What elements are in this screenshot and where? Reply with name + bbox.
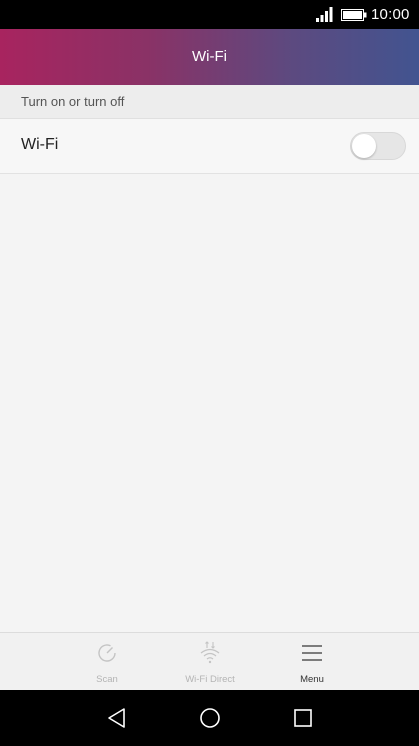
wifi-direct-label: Wi-Fi Direct bbox=[185, 674, 235, 685]
wifi-direct-button[interactable]: Wi-Fi Direct bbox=[170, 633, 250, 691]
menu-icon bbox=[302, 645, 322, 661]
home-icon[interactable] bbox=[198, 706, 222, 730]
status-bar: 10:00 bbox=[0, 0, 419, 29]
page-title: Wi-Fi bbox=[192, 48, 227, 65]
wifi-toggle-switch[interactable] bbox=[350, 132, 406, 160]
navigation-bar bbox=[0, 690, 419, 746]
recent-apps-icon[interactable] bbox=[291, 706, 315, 730]
menu-button[interactable]: Menu bbox=[272, 633, 352, 691]
battery-icon bbox=[341, 9, 367, 21]
bottom-toolbar: Scan Wi-Fi Direct Menu bbox=[0, 632, 419, 690]
section-header-label: Turn on or turn off bbox=[21, 94, 125, 109]
signal-icon bbox=[316, 7, 333, 22]
back-icon[interactable] bbox=[105, 706, 129, 730]
wifi-toggle-row[interactable]: Wi-Fi bbox=[0, 119, 419, 174]
status-time: 10:00 bbox=[371, 6, 410, 23]
app-bar: Wi-Fi bbox=[0, 29, 419, 85]
wifi-settings-screen: 10:00 Wi-Fi Turn on or turn off Wi-Fi Sc… bbox=[0, 0, 419, 746]
scan-icon bbox=[98, 644, 116, 662]
section-header: Turn on or turn off bbox=[0, 85, 419, 119]
scan-button[interactable]: Scan bbox=[67, 633, 147, 691]
menu-label: Menu bbox=[300, 674, 324, 685]
wifi-label: Wi-Fi bbox=[21, 136, 59, 153]
scan-label: Scan bbox=[96, 674, 118, 685]
wifi-direct-icon bbox=[200, 641, 220, 664]
toggle-knob bbox=[352, 134, 376, 158]
